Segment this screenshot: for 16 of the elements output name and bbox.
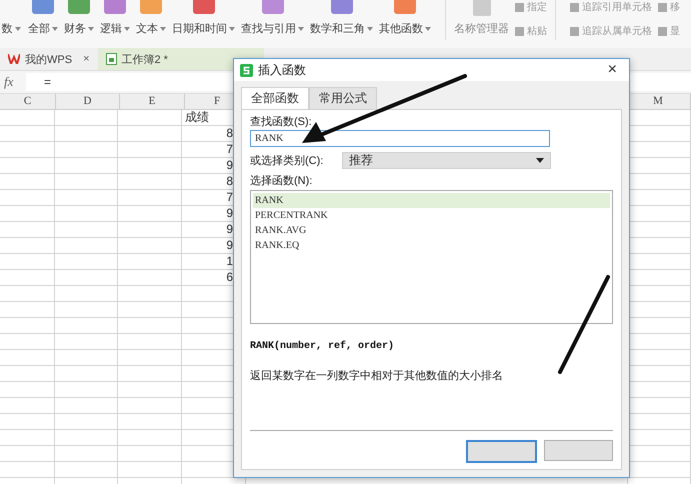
table-cell: 9 — [226, 206, 233, 220]
table-cell: 8 — [226, 126, 233, 140]
table-cell: 成绩 — [185, 110, 209, 124]
table-cell: 9 — [226, 158, 233, 172]
table-cell: 8 — [226, 174, 233, 188]
table-cell: 1 — [226, 254, 233, 268]
function-description: 返回某数字在一列数字中相对于其他数值的大小排名 — [250, 368, 504, 383]
table-cell: 9 — [226, 238, 233, 252]
search-label: 查找函数(S): — [250, 115, 313, 129]
category-label: 或选择类别(C): — [250, 154, 324, 168]
table-cell: 7 — [226, 142, 233, 156]
function-signature: RANK(number, ref, order) — [250, 341, 396, 352]
table-cell: 7 — [226, 190, 233, 204]
table-cell: 9 — [226, 222, 233, 236]
list-label: 选择函数(N): — [250, 174, 314, 188]
table-cell: 6 — [226, 270, 233, 284]
